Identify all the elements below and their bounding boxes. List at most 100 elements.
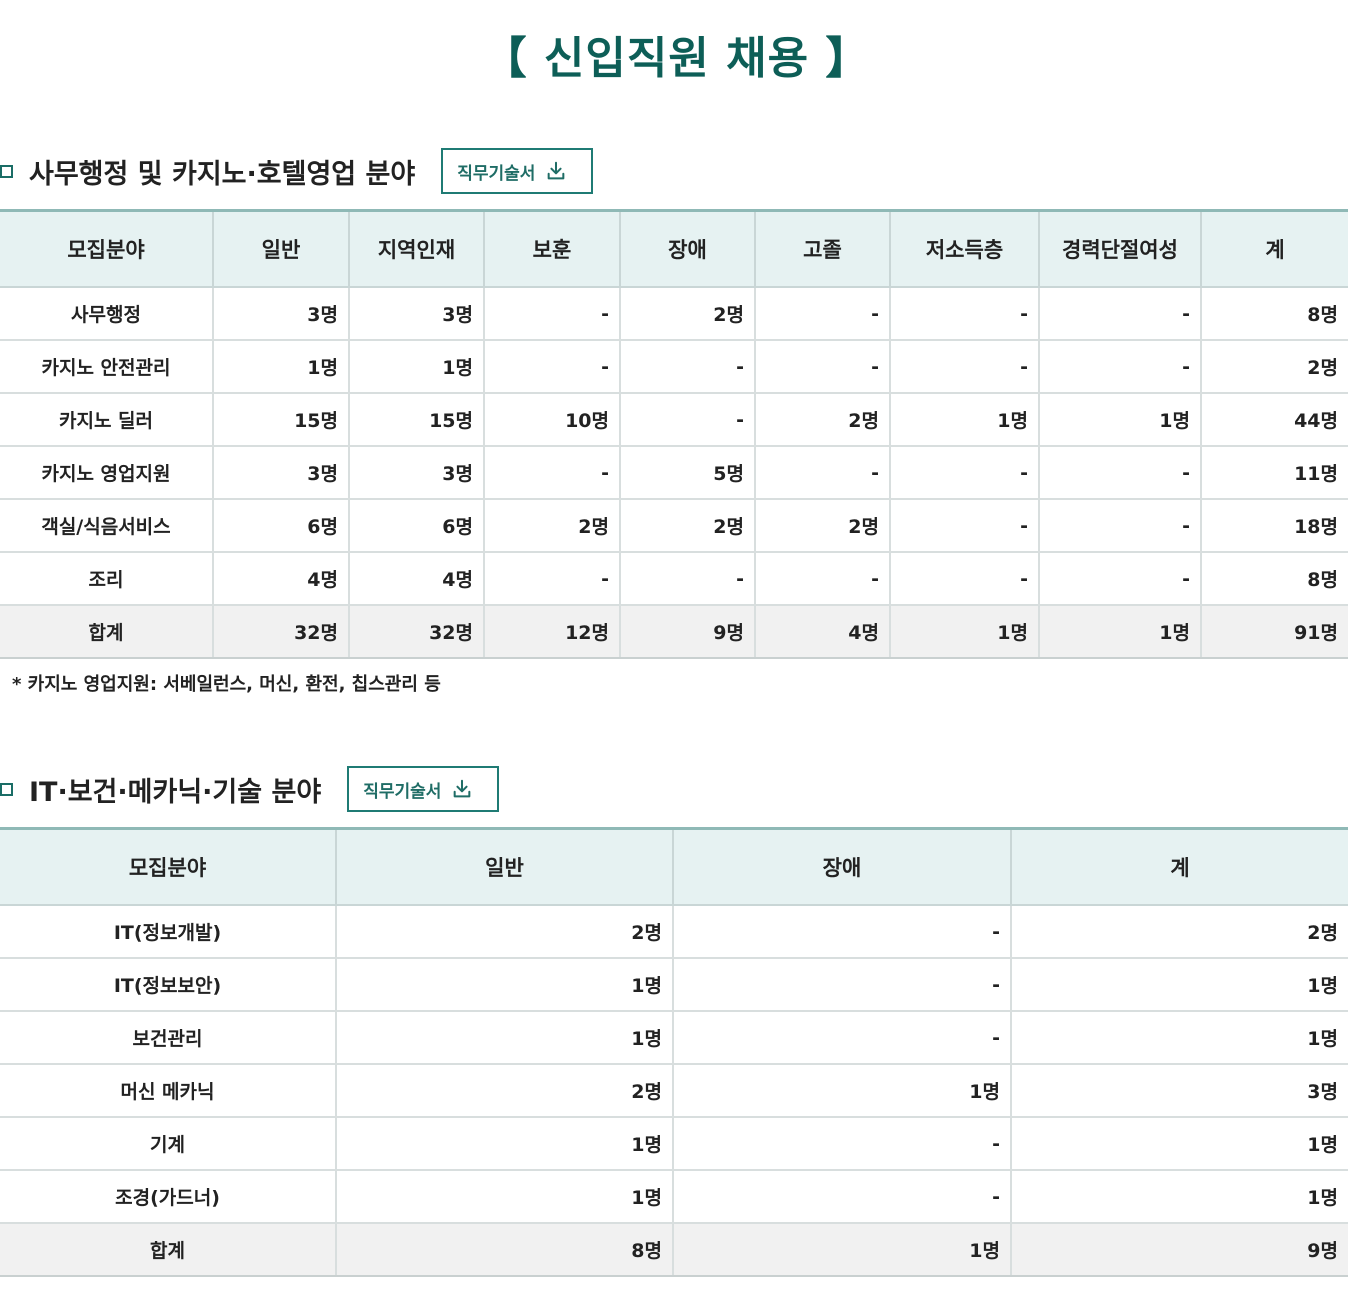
- total-row: 합계 8명 1명 9명: [0, 1223, 1348, 1277]
- table-row: 사무행정 3명 3명 -2명 - - -8명: [0, 287, 1348, 341]
- table-cell: 3명: [212, 446, 349, 500]
- table-cell: 8명: [1200, 287, 1348, 341]
- table-row: 조리 4명 4명 - - - - -8명: [0, 552, 1348, 606]
- table-row: IT(정보보안) 1명 -1명: [0, 958, 1348, 1012]
- table-cell: -: [619, 552, 755, 606]
- table-row: 기계 1명 -1명: [0, 1117, 1348, 1171]
- column-header: 모집분야: [0, 209, 213, 288]
- table-row: 카지노 영업지원 3명 3명 -5명 - - -11명: [0, 446, 1348, 500]
- table-row: 조경(가드너) 1명 -1명: [0, 1170, 1348, 1224]
- square-bullet-icon: [0, 164, 13, 178]
- table-cell: -: [619, 393, 755, 447]
- table-cell: 5명: [619, 446, 755, 500]
- table-cell: -: [483, 446, 620, 500]
- row-label: IT(정보개발): [0, 905, 336, 959]
- table-cell: 2명: [335, 905, 673, 959]
- table-cell: 3명: [348, 446, 484, 500]
- column-header: 보훈: [483, 209, 620, 288]
- table-cell: 4명: [212, 552, 349, 606]
- table-cell: -: [1038, 552, 1201, 606]
- table-cell: 2명: [754, 499, 890, 553]
- job-description-label: 직무기술서: [457, 163, 536, 184]
- recruitment-table-1: 모집분야 일반 지역인재 보훈 장애 고졸 저소득층 경력단절여성 계 사무행정 3명 3명 -2명 -…: [0, 209, 1348, 659]
- section1-heading: 사무행정 및 카지노·호텔영업 분야 직무기술서: [0, 148, 594, 194]
- total-cell: 1명: [672, 1223, 1011, 1277]
- table-cell: -: [754, 287, 890, 341]
- table-cell: 2명: [619, 287, 755, 341]
- column-header: 장애: [619, 209, 755, 288]
- table-cell: 1명: [335, 1011, 673, 1065]
- table-cell: -: [483, 340, 620, 394]
- recruitment-table-2: 모집분야 일반 장애 계 IT(정보개발) 2명 -2명 IT(정보보안) 1명 -1명 보건관리…: [0, 827, 1348, 1277]
- table-cell: -: [483, 552, 620, 606]
- table-cell: -: [672, 958, 1011, 1012]
- row-label: 기계: [0, 1117, 336, 1171]
- total-cell: 4명: [754, 605, 890, 659]
- table-row: 객실/식음서비스 6명 6명 2명 2명 2명 - -18명: [0, 499, 1348, 553]
- table-cell: -: [889, 552, 1039, 606]
- table-cell: 4명: [348, 552, 484, 606]
- table-cell: -: [1038, 446, 1201, 500]
- table-cell: -: [889, 340, 1039, 394]
- table-cell: 1명: [1010, 958, 1348, 1012]
- table-cell: 1명: [1010, 1170, 1348, 1224]
- table-cell: 3명: [212, 287, 349, 341]
- table-cell: 8명: [1200, 552, 1348, 606]
- table-cell: -: [889, 446, 1039, 500]
- table-cell: -: [1038, 287, 1201, 341]
- table-cell: 1명: [1038, 393, 1201, 447]
- total-cell: 9명: [1010, 1223, 1348, 1277]
- total-cell: 1명: [889, 605, 1039, 659]
- table-cell: 2명: [619, 499, 755, 553]
- table-cell: -: [754, 340, 890, 394]
- table-cell: 2명: [754, 393, 890, 447]
- square-bullet-icon: [0, 782, 13, 796]
- table-cell: 6명: [212, 499, 349, 553]
- row-label: 조경(가드너): [0, 1170, 336, 1224]
- table-cell: 15명: [348, 393, 484, 447]
- row-label: 카지노 안전관리: [0, 340, 213, 394]
- table-cell: 10명: [483, 393, 620, 447]
- job-description-download-button-2[interactable]: 직무기술서: [347, 766, 500, 812]
- footnote: * 카지노 영업지원: 서베일런스, 머신, 환전, 칩스관리 등: [12, 674, 441, 695]
- table-row: 머신 메카닉 2명 1명 3명: [0, 1064, 1348, 1118]
- total-cell: 32명: [348, 605, 484, 659]
- table-cell: 1명: [889, 393, 1039, 447]
- total-cell: 9명: [619, 605, 755, 659]
- table-cell: 3명: [348, 287, 484, 341]
- section2-heading: IT·보건·메카닉·기술 분야 직무기술서: [0, 766, 500, 812]
- total-row: 합계 32명 32명 12명 9명 4명 1명 1명 91명: [0, 605, 1348, 659]
- table-cell: -: [1038, 499, 1201, 553]
- total-cell: 32명: [212, 605, 349, 659]
- table-cell: -: [889, 499, 1039, 553]
- row-label: 사무행정: [0, 287, 213, 341]
- table-cell: -: [1038, 340, 1201, 394]
- section2-title: IT·보건·메카닉·기술 분야: [29, 776, 322, 808]
- table-cell: 15명: [212, 393, 349, 447]
- total-cell: 91명: [1200, 605, 1348, 659]
- table-cell: -: [672, 1011, 1011, 1065]
- table-cell: 1명: [335, 958, 673, 1012]
- table-cell: 1명: [1010, 1011, 1348, 1065]
- table-cell: 44명: [1200, 393, 1348, 447]
- table-cell: 2명: [483, 499, 620, 553]
- column-header: 장애: [672, 827, 1011, 906]
- table-cell: 11명: [1200, 446, 1348, 500]
- total-label: 합계: [0, 605, 213, 659]
- row-label: 머신 메카닉: [0, 1064, 336, 1118]
- table-cell: -: [754, 552, 890, 606]
- job-description-download-button-1[interactable]: 직무기술서: [441, 148, 594, 194]
- row-label: 카지노 영업지원: [0, 446, 213, 500]
- table-cell: 2명: [1200, 340, 1348, 394]
- column-header: 일반: [335, 827, 673, 906]
- table-cell: -: [619, 340, 755, 394]
- table-cell: 1명: [1010, 1117, 1348, 1171]
- row-label: 조리: [0, 552, 213, 606]
- page-title: 【 신입직원 채용 】: [482, 33, 871, 84]
- table-cell: -: [754, 446, 890, 500]
- column-header: 저소득층: [889, 209, 1039, 288]
- table-cell: 3명: [1010, 1064, 1348, 1118]
- job-description-label: 직무기술서: [363, 781, 442, 802]
- column-header: 경력단절여성: [1038, 209, 1201, 288]
- download-icon: [454, 779, 471, 798]
